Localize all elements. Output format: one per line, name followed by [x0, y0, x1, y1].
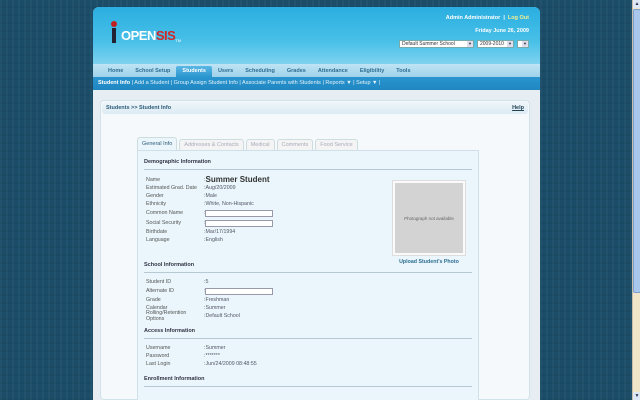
field-value: Summer — [205, 305, 226, 311]
field-input[interactable] — [205, 209, 274, 217]
field-value: Aug/20/2009 — [205, 185, 236, 191]
field-label: Ethnicity — [146, 201, 167, 207]
subnav-item[interactable]: Add a Student — [134, 80, 169, 86]
tab-comments[interactable]: Comments — [276, 139, 314, 150]
user-name: Admin Administrator — [445, 15, 501, 21]
field-value: White, Non-Hispanic — [205, 201, 254, 207]
field-label: Student ID — [146, 279, 172, 285]
scroll-down-icon[interactable]: ▼ — [633, 392, 640, 400]
content-panel: Students >> Student Info Help General Inf… — [100, 100, 530, 400]
field-row: Grade: Freshman — [146, 297, 230, 303]
field-label: Gender — [146, 193, 164, 199]
general-info-form: Demographic Information Name: Summer Stu… — [137, 150, 479, 400]
field-value: Mar/17/1994 — [205, 229, 236, 235]
field-label: Birthdate — [146, 229, 168, 235]
field-value: English — [205, 237, 223, 243]
section-title: Demographic Information — [144, 155, 472, 170]
field-value: Summer Student — [205, 175, 270, 184]
subnav-item[interactable]: Associate Parents with Students — [242, 80, 321, 86]
main-nav: Home School Setup Students Users Scheduling G… — [93, 64, 540, 77]
tab-medical[interactable]: Medical — [245, 139, 275, 150]
tab-addresses-contacts[interactable]: Addresses & Contacts — [179, 139, 244, 150]
tab-food-service[interactable]: Food Service — [315, 139, 358, 150]
tab-general-info[interactable]: General Info — [137, 137, 178, 150]
year-select[interactable]: 2009-2010 ▼ — [477, 40, 514, 48]
field-label: Grade — [146, 297, 161, 303]
help-link[interactable]: Help — [512, 102, 524, 114]
upload-photo-link[interactable]: Upload Student's Photo — [392, 259, 466, 265]
nav-tab-eligibility[interactable]: Eligibility — [354, 66, 390, 77]
field-value: Default School — [205, 313, 240, 319]
nav-tab-tools[interactable]: Tools — [390, 66, 416, 77]
chevron-down-icon: ▼ — [522, 41, 528, 47]
field-label: Last Login — [146, 361, 171, 367]
vertical-scrollbar[interactable]: ▲ ▼ — [632, 0, 640, 400]
subnav-item[interactable]: Group Assign Student Info — [174, 80, 238, 86]
student-photo: Photograph not available — [392, 180, 466, 256]
field-input[interactable] — [205, 219, 274, 227]
field-row: Password: ******* — [146, 353, 220, 359]
chevron-down-icon: ▼ — [467, 41, 473, 47]
subnav-item[interactable]: Student Info — [98, 80, 130, 86]
field-label: Alternate ID — [146, 288, 174, 294]
scroll-thumb[interactable] — [633, 9, 640, 293]
field-row: Rolling/Retention Options: Default Schoo… — [146, 310, 240, 322]
nav-tab-students[interactable]: Students — [176, 66, 212, 77]
field-value: 5 — [205, 279, 209, 285]
field-value: ******* — [205, 353, 220, 359]
nav-tab-school-setup[interactable]: School Setup — [129, 66, 176, 77]
nav-tab-scheduling[interactable]: Scheduling — [239, 66, 281, 77]
field-value: Freshman — [205, 297, 230, 303]
field-label: Name — [146, 176, 161, 183]
field-label: Password — [146, 353, 170, 359]
nav-tab-users[interactable]: Users — [212, 66, 239, 77]
field-label: Language — [146, 237, 170, 243]
field-label: Rolling/Retention Options — [146, 310, 187, 322]
current-date: Friday June 26, 2009 — [475, 28, 529, 34]
field-label: Username — [146, 345, 171, 351]
field-value: Summer — [205, 345, 226, 351]
nav-tab-attendance[interactable]: Attendance — [312, 66, 354, 77]
subnav-item[interactable]: Setup ▼ — [356, 80, 377, 86]
scroll-up-icon[interactable]: ▲ — [633, 0, 640, 8]
field-value: Male — [205, 193, 217, 199]
nav-tab-home[interactable]: Home — [102, 66, 129, 77]
tab-bar: General Info Addresses & Contacts Medical C… — [137, 137, 479, 150]
chevron-down-icon: ▼ — [507, 41, 513, 47]
subnav-item[interactable]: Reports ▼ — [325, 80, 351, 86]
app-window: OPENSIS TM Admin Administrator | Log Out … — [93, 7, 540, 400]
field-row: Alternate ID: — [144, 286, 472, 296]
field-input[interactable] — [205, 287, 274, 295]
field-label: Common Name — [146, 210, 184, 216]
section-title: Access Information — [144, 324, 472, 339]
header: OPENSIS TM Admin Administrator | Log Out … — [93, 7, 540, 64]
logo-figure-icon — [107, 21, 121, 43]
field-row: Last Login: Jun/24/2009 08:48:55 — [146, 361, 257, 367]
sub-nav: Student Info | Add a Student | Group Ass… — [93, 77, 540, 90]
opensis-logo[interactable]: OPENSIS TM — [107, 21, 181, 43]
field-row: Username: Summer — [146, 345, 226, 351]
field-value: Jun/24/2009 08:48:55 — [205, 361, 257, 367]
breadcrumb: Students >> Student Info — [106, 105, 172, 111]
period-select[interactable]: ▼ — [517, 40, 529, 48]
field-label: Estimated Grad. Date — [146, 185, 197, 191]
field-label: Social Security — [146, 220, 182, 226]
logout-link[interactable]: Log Out — [508, 15, 529, 21]
section-title: Enrollment Information — [144, 372, 472, 387]
field-row: Student ID: 5 — [146, 279, 209, 285]
nav-tab-grades[interactable]: Grades — [281, 66, 312, 77]
school-select[interactable]: Default Summer School ▼ — [399, 40, 474, 48]
